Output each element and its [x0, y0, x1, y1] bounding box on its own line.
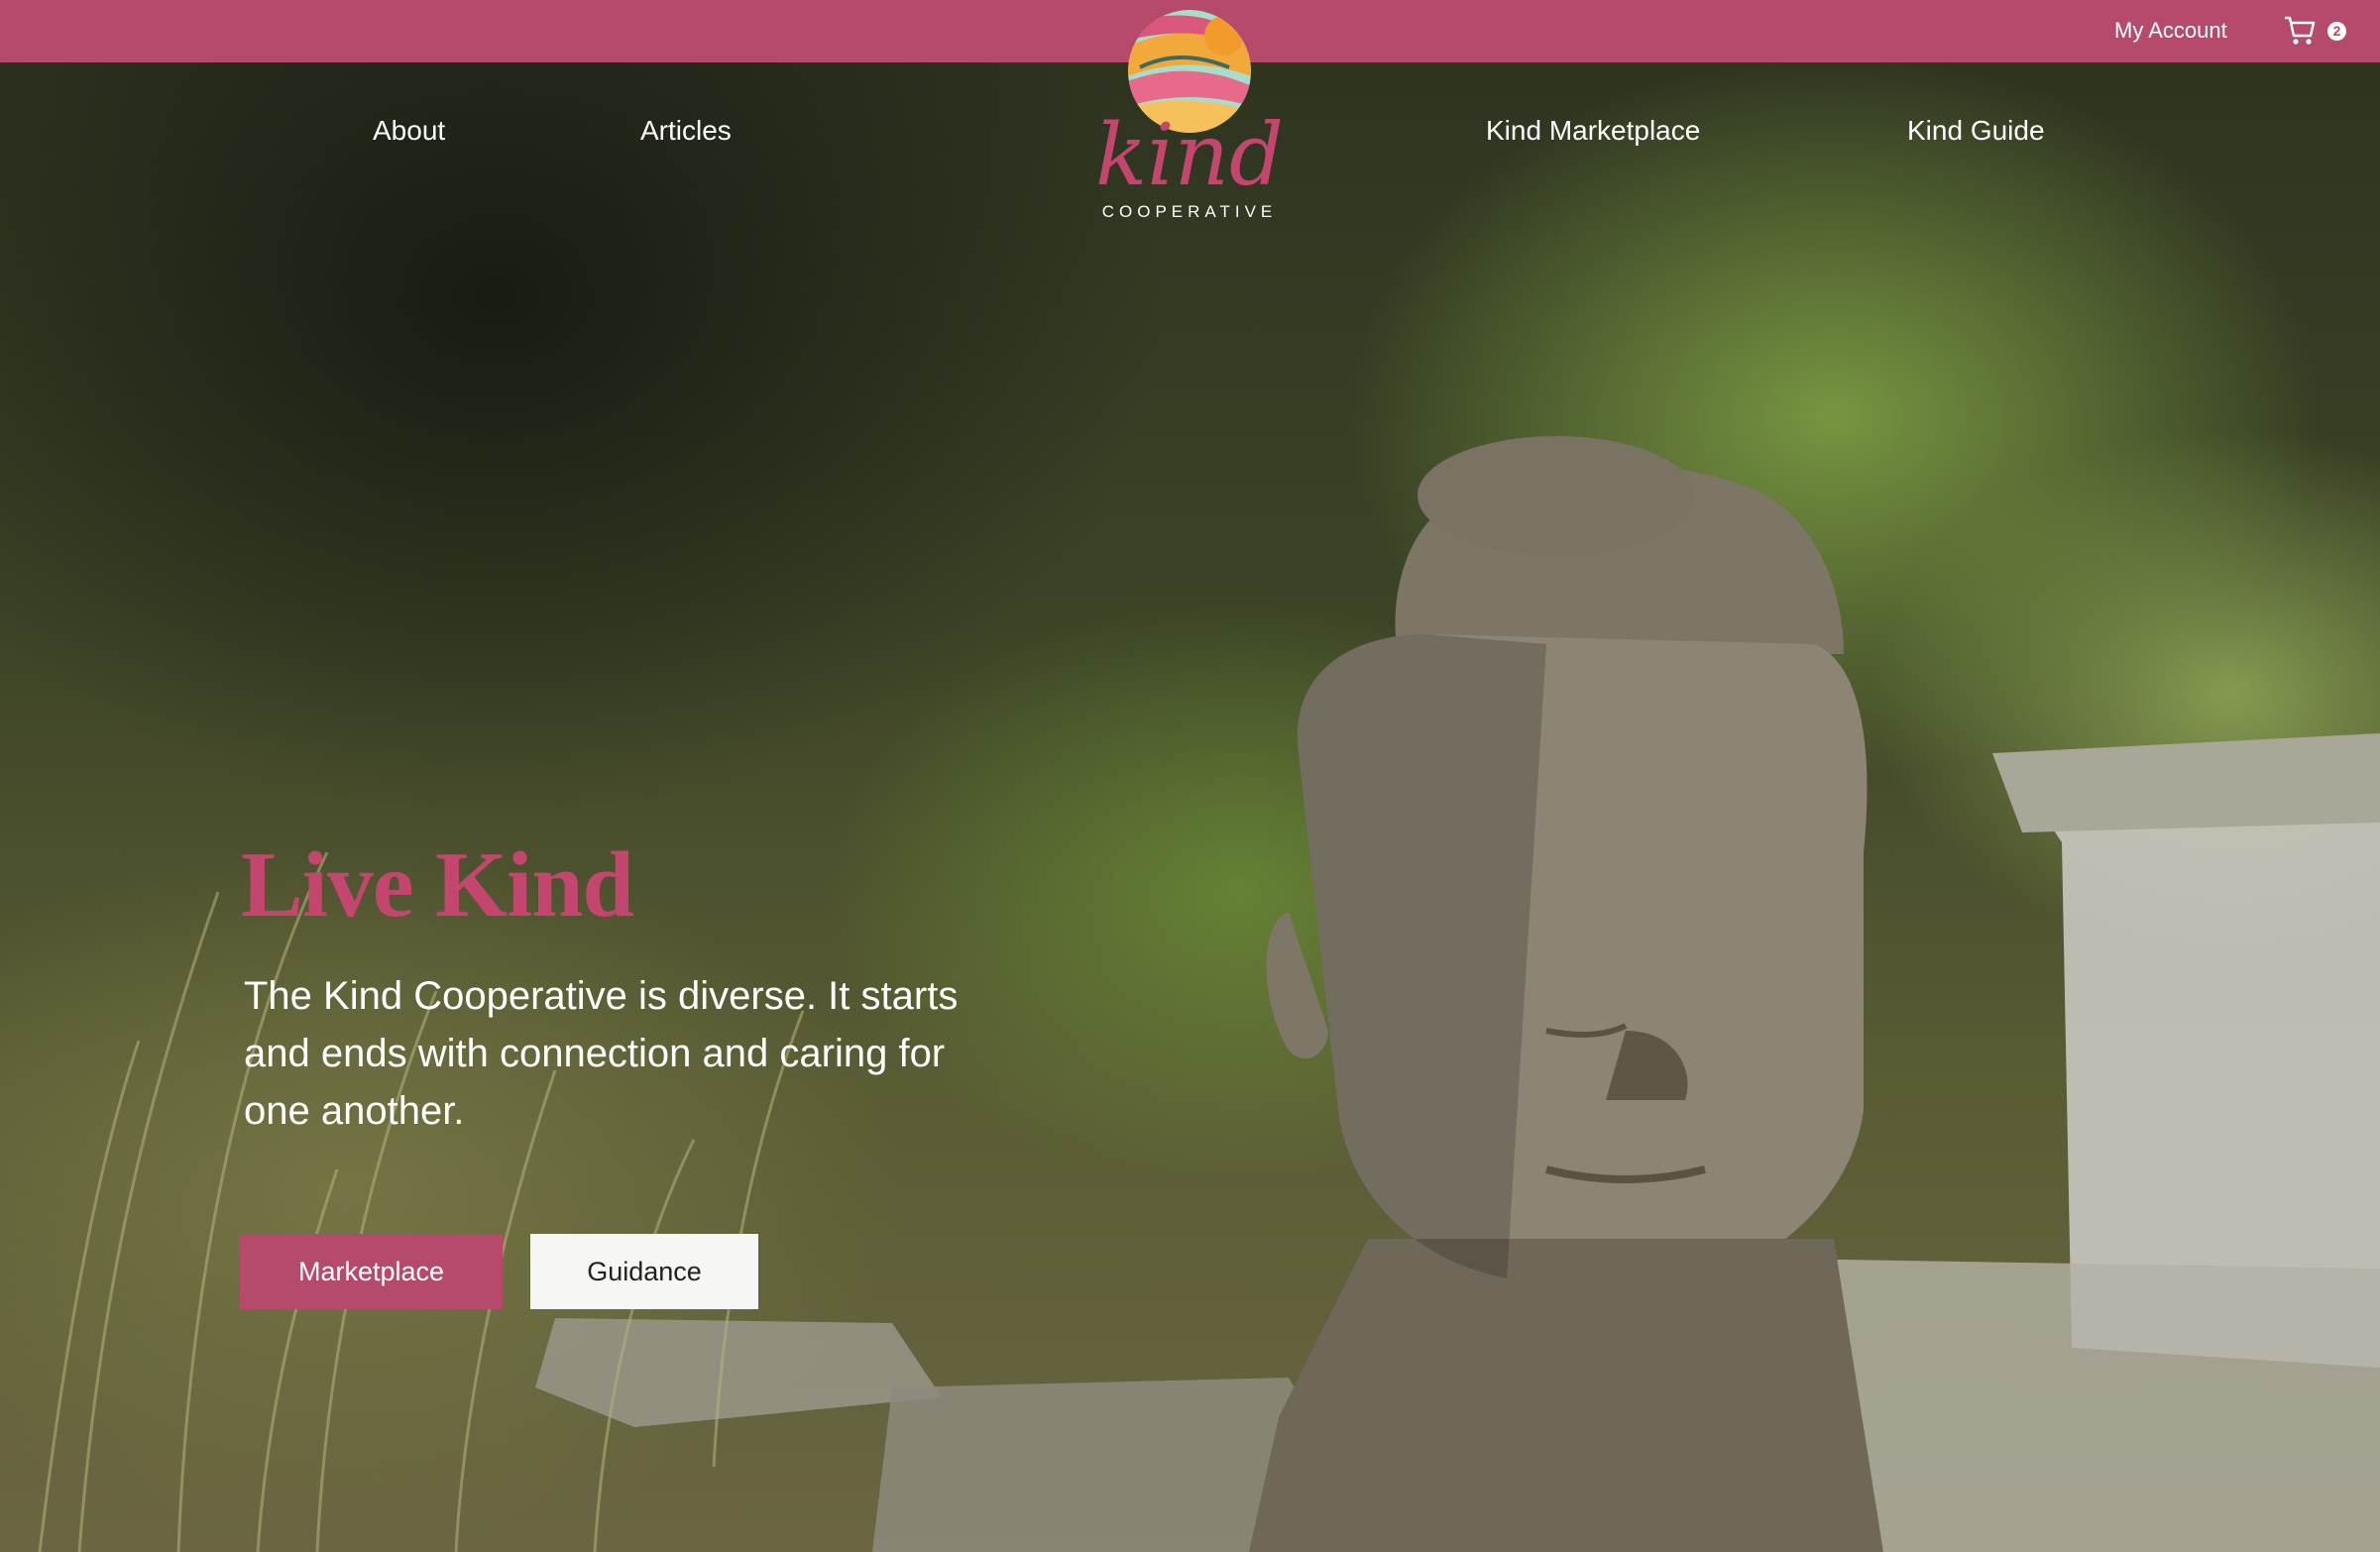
buddha-garden-scene [38, 436, 2380, 1552]
my-account-link[interactable]: My Account [2114, 16, 2227, 46]
nav-item-kind-marketplace[interactable]: Kind Marketplace [1486, 111, 1700, 151]
logo-script-text: kind [1095, 106, 1284, 201]
hero-background-image [0, 0, 2380, 1552]
nav-item-kind-guide[interactable]: Kind Guide [1907, 111, 2045, 151]
logo-emblem: kind [1095, 10, 1284, 205]
hero-description: The Kind Cooperative is diverse. It star… [244, 974, 959, 1133]
logo-subtitle: COOPERATIVE [1101, 202, 1278, 221]
kind-cooperative-logo[interactable]: kind COOPERATIVE [1071, 8, 1308, 231]
guidance-button[interactable]: Guidance [530, 1234, 758, 1309]
marketplace-button[interactable]: Marketplace [240, 1234, 503, 1309]
hero-title: Live Kind [241, 833, 634, 937]
nav-item-articles[interactable]: Articles [640, 111, 732, 151]
nav-item-about[interactable]: About [373, 111, 445, 151]
cart-button[interactable]: 2 [2283, 13, 2352, 49]
shopping-cart-icon [2285, 16, 2316, 45]
cart-count-badge: 2 [2327, 22, 2346, 41]
